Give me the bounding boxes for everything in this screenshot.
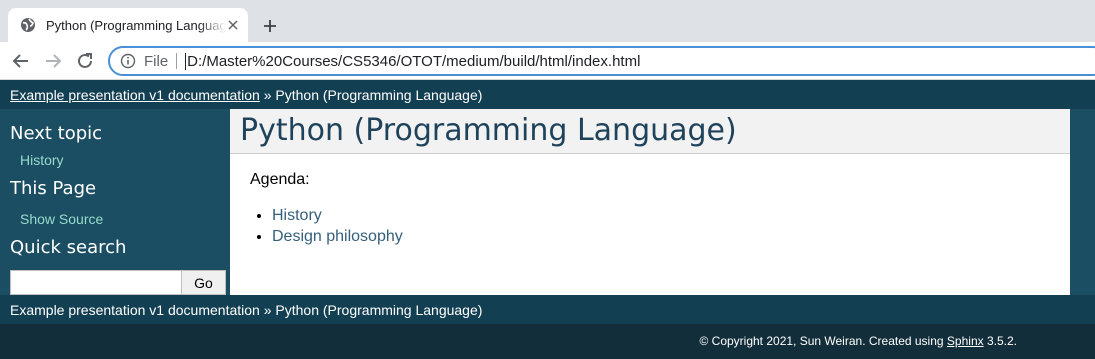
browser-tab[interactable]: Python (Programming Language) [8, 8, 248, 42]
current-page-link-bottom[interactable]: Python (Programming Language) [275, 302, 482, 318]
home-link[interactable]: Example presentation v1 documentation [10, 87, 260, 103]
next-topic-link[interactable]: History [20, 152, 64, 168]
plus-icon[interactable] [258, 14, 282, 38]
back-arrow-icon[interactable] [10, 50, 32, 72]
sphinx-link[interactable]: Sphinx [947, 334, 984, 348]
sphinx-version: 3.5.2. [986, 334, 1017, 348]
info-icon[interactable] [120, 53, 136, 69]
quick-search-heading: Quick search [10, 237, 127, 258]
agenda-link-history[interactable]: History [272, 207, 322, 224]
address-divider [176, 53, 178, 69]
reload-icon[interactable] [74, 50, 96, 72]
address-bar[interactable]: File D:/Master%20Courses/CS5346/OTOT/med… [108, 46, 1095, 76]
copyright-text: © Copyright 2021, Sun Weiran. Created us… [699, 334, 944, 348]
tab-strip: Python (Programming Language) [0, 0, 1095, 42]
close-icon[interactable] [228, 19, 238, 32]
related-bar-top: Example presentation v1 documentation » … [0, 80, 1095, 109]
next-topic-heading: Next topic [10, 123, 103, 144]
browser-toolbar: File D:/Master%20Courses/CS5346/OTOT/med… [0, 42, 1095, 80]
page-title: Python (Programming Language) [230, 109, 1070, 154]
show-source-link[interactable]: Show Source [20, 211, 103, 227]
right-margin [1070, 109, 1095, 295]
home-link-bottom[interactable]: Example presentation v1 documentation [10, 302, 260, 318]
document-body: Python (Programming Language) Agenda: Hi… [230, 109, 1070, 295]
breadcrumb-separator: » [263, 302, 272, 318]
address-url[interactable]: D:/Master%20Courses/CS5346/OTOT/medium/b… [185, 52, 640, 70]
agenda-list: History Design philosophy [272, 207, 403, 249]
quick-search-form: Go [10, 270, 226, 295]
forward-arrow-icon[interactable] [42, 50, 64, 72]
breadcrumb-separator: » [263, 87, 272, 103]
agenda-label: Agenda: [250, 171, 310, 188]
go-button[interactable]: Go [182, 270, 226, 295]
current-page-link[interactable]: Python (Programming Language) [275, 87, 482, 103]
search-input[interactable] [10, 270, 182, 295]
list-item: History [272, 207, 403, 228]
this-page-heading: This Page [10, 178, 97, 199]
sidebar: Next topic History This Page Show Source… [0, 109, 230, 295]
agenda-link-design-philosophy[interactable]: Design philosophy [272, 228, 403, 245]
related-bar-bottom: Example presentation v1 documentation » … [0, 295, 1095, 324]
tab-title: Python (Programming Language) [46, 17, 226, 33]
list-item: Design philosophy [272, 228, 403, 249]
globe-icon [20, 17, 36, 33]
address-scheme: File [144, 52, 169, 70]
footer: © Copyright 2021, Sun Weiran. Created us… [0, 324, 1095, 359]
